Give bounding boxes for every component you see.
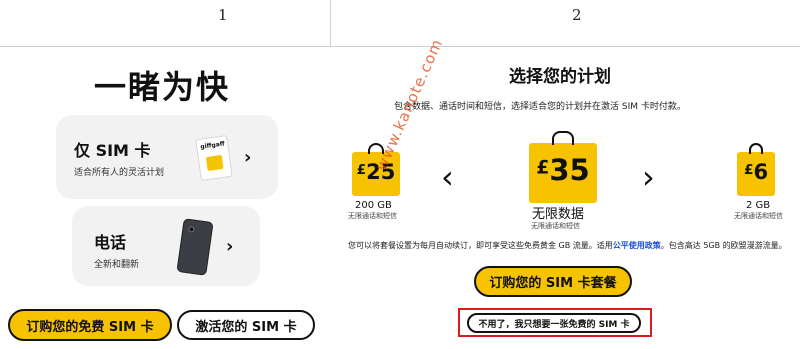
- carousel-next-icon[interactable]: ›: [642, 158, 655, 196]
- step-number-1: 1: [218, 6, 228, 24]
- plan-25-data: 200 GB: [355, 200, 392, 211]
- plan-section-title: 选择您的计划: [509, 67, 611, 87]
- plan-35-data: 无限数据: [532, 207, 585, 222]
- plan-6-bag-icon[interactable]: £6: [737, 143, 775, 196]
- phone-title: 电话: [94, 233, 127, 252]
- header-column-divider: [330, 0, 331, 46]
- plan-section-description: 包含数据、通话时间和短信，选择适合您的计划并在激活 SIM 卡时付款。: [394, 102, 686, 112]
- order-free-sim-button[interactable]: 订购您的免费 SIM 卡: [8, 309, 172, 341]
- chevron-right-icon: ›: [244, 147, 252, 168]
- sim-chip: [205, 154, 224, 171]
- step-number-2: 2: [572, 6, 582, 24]
- auto-renew-note: 您可以将套餐设置为每月自动续订，即可享受这些免费黄金 GB 流量。适用公平使用政…: [348, 240, 787, 251]
- free-sim-only-button[interactable]: 不用了，我只想要一张免费的 SIM 卡: [467, 313, 641, 333]
- chevron-right-icon: ›: [226, 236, 234, 257]
- header-divider: [0, 46, 800, 47]
- sim-only-subtitle: 适合所有人的灵活计划: [74, 168, 165, 178]
- camera-icon: [188, 225, 195, 233]
- plan-6-note: 无限通话和短信: [734, 212, 783, 220]
- page-title: 一睹为快: [94, 68, 231, 106]
- currency-symbol: £: [743, 162, 754, 179]
- bag-handle: [552, 131, 574, 145]
- order-sim-plan-button[interactable]: 订购您的 SIM 卡套餐: [474, 266, 632, 297]
- phone-image: [176, 218, 214, 276]
- fair-use-policy-link[interactable]: 公平使用政策: [613, 241, 661, 250]
- phone-subtitle: 全新和翻新: [94, 260, 140, 270]
- auto-renew-text-post: 。包含高达 5GB 的欧盟漫游流量。: [660, 241, 787, 250]
- sim-only-title: 仅 SIM 卡: [74, 141, 151, 160]
- plan-6-amount: 6: [753, 160, 769, 184]
- currency-symbol: £: [356, 162, 367, 179]
- carousel-prev-icon[interactable]: ‹: [441, 158, 454, 196]
- bag-handle: [749, 143, 763, 154]
- sim-card-image: giffgaff: [195, 134, 233, 182]
- plan-35-note: 无限通话和短信: [531, 222, 580, 230]
- phone-card[interactable]: 电话 全新和翻新 ›: [72, 206, 260, 286]
- sim-brand-label: giffgaff: [199, 140, 226, 151]
- plan-35-price: £35: [529, 153, 597, 187]
- plan-35-bag-icon[interactable]: £35: [529, 131, 597, 203]
- plan-35-amount: 35: [549, 153, 590, 187]
- plan-6-price: £6: [737, 160, 775, 184]
- auto-renew-text-pre: 您可以将套餐设置为每月自动续订，即可享受这些免费黄金 GB 流量。适用: [348, 241, 613, 250]
- activate-sim-button[interactable]: 激活您的 SIM 卡: [177, 310, 315, 340]
- sim-only-card[interactable]: 仅 SIM 卡 适合所有人的灵活计划 giffgaff ›: [56, 115, 278, 199]
- plan-25-note: 无限通话和短信: [348, 212, 397, 220]
- currency-symbol: £: [536, 157, 550, 179]
- plan-6-data: 2 GB: [746, 200, 771, 211]
